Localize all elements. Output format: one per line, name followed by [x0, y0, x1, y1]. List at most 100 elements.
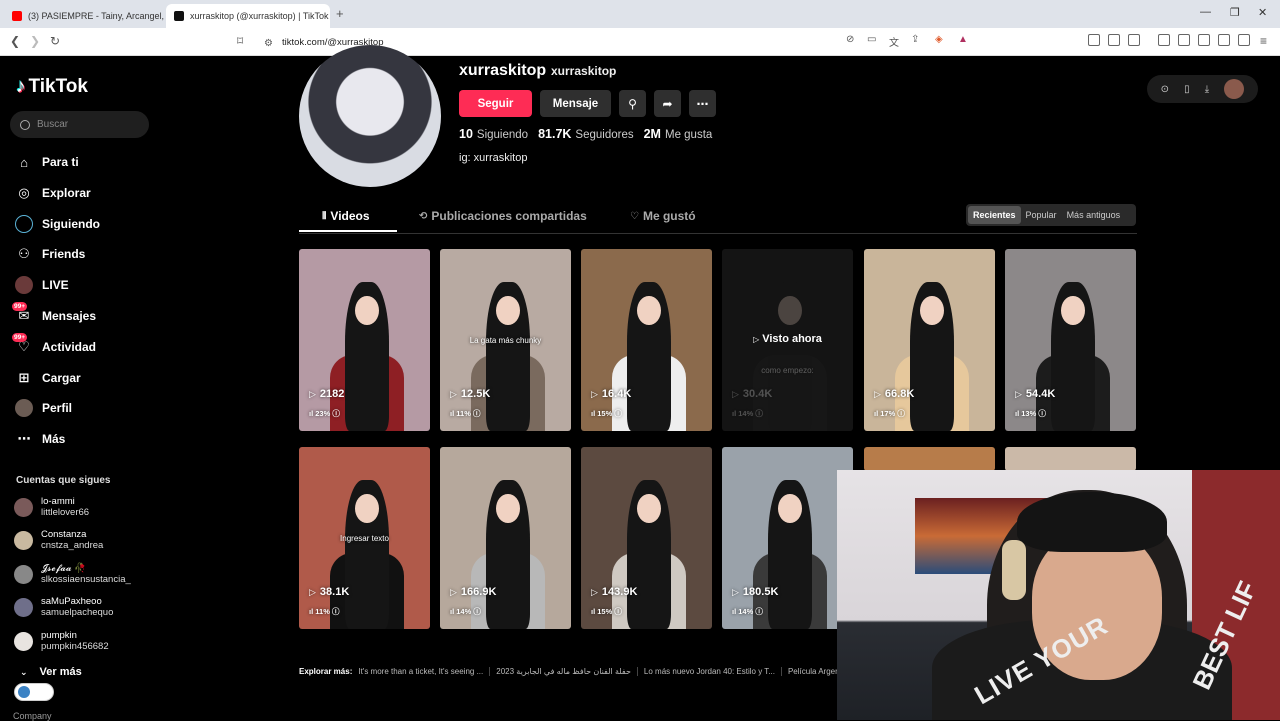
tab-videos[interactable]: ⦀ Videos [322, 209, 370, 223]
video-card[interactable]: ▷ 2182 ıl 23% ⓘ [299, 249, 430, 431]
nav-profile[interactable]: Perfil [15, 399, 72, 417]
view-count: ▷ 2182 [309, 388, 344, 400]
engagement-percent: ıl 23% ⓘ [309, 408, 340, 419]
reload-icon[interactable]: ↻ [50, 34, 60, 48]
explore-link[interactable]: It's more than a ticket, It's seeing ... [358, 667, 491, 676]
leo-icon[interactable] [1218, 34, 1230, 46]
sort-oldest[interactable]: Más antiguos [1062, 206, 1126, 224]
window-close-icon[interactable]: ✕ [1258, 6, 1267, 19]
close-tab-icon[interactable]: ✕ [329, 10, 330, 23]
following-section-title: Cuentas que sigues [16, 475, 111, 486]
repost-icon: ⟲ [419, 210, 428, 222]
info-icon: ⓘ [755, 409, 763, 418]
browser-tab-tiktok[interactable]: xurraskitop (@xurraskitop) | TikTok ✕ [166, 4, 330, 28]
download-icon[interactable]: ⤓ [1205, 84, 1209, 95]
video-card[interactable]: como empezo: ▷ Visto ahora ▷ 30.4K ıl 14% ⓘ [722, 249, 853, 431]
play-icon: ▷ [309, 586, 316, 597]
account-name: samuelpachequo [41, 607, 114, 618]
bookmark-icon[interactable]: ⌑ [237, 34, 243, 48]
phone-icon[interactable]: ▯ [1184, 84, 1190, 95]
share-profile-icon[interactable]: ➦ [654, 90, 681, 117]
nav-explore[interactable]: ◎ Explorar [15, 184, 90, 202]
more-options-icon[interactable]: ⋯ [689, 90, 716, 117]
logo-text: TikTok [28, 76, 88, 97]
video-card-partial[interactable] [1005, 447, 1136, 471]
extension-icon[interactable] [1128, 34, 1140, 46]
sidebar-toggle-icon[interactable] [1178, 34, 1190, 46]
minimize-icon[interactable]: — [1200, 6, 1211, 18]
see-more-button[interactable]: ⌄ Ver más [20, 666, 82, 678]
restore-icon[interactable]: ❐ [1230, 6, 1240, 19]
info-icon: ⓘ [755, 607, 763, 616]
video-card[interactable]: ▷ 143.9K ıl 15% ⓘ [581, 447, 712, 629]
media-icon[interactable] [1158, 34, 1170, 46]
video-card[interactable]: La gata más chunky ▷ 12.5K ıl 11% ⓘ [440, 249, 571, 431]
explore-link[interactable]: Lo más nuevo Jordan 40: Estilo y T... [644, 667, 782, 676]
nav-following[interactable]: Siguiendo [15, 215, 100, 233]
nav-for-you[interactable]: ⌂ Para ti [15, 153, 79, 171]
nav-upload[interactable]: ⊞ Cargar [15, 369, 81, 387]
browser-tab-youtube[interactable]: (3) PASIEMPRE - Tainy, Arcangel, My... [4, 4, 164, 28]
coins-icon[interactable]: ⊙ [1161, 84, 1169, 95]
views-text: 166.9K [460, 586, 497, 598]
menu-icon[interactable]: ≡ [1260, 34, 1267, 48]
new-tab-icon[interactable]: + [336, 6, 344, 21]
sort-recent[interactable]: Recientes [968, 206, 1021, 224]
info-icon: ⓘ [614, 607, 622, 616]
followed-account[interactable]: 𝓙𝓼𝓮𝓯𝓪𝓪 🥀 slkossiaensustancia_ [14, 563, 131, 585]
video-card[interactable]: ▷ 180.5K ıl 14% ⓘ [722, 447, 853, 629]
followed-account[interactable]: lo-ammi littlelover66 [14, 496, 89, 518]
video-card-partial[interactable] [864, 447, 995, 471]
nav-messages[interactable]: ✉ 99+ Mensajes [12, 302, 96, 325]
search-input[interactable]: Buscar [10, 111, 149, 138]
explore-link[interactable]: 2023 حفلة الفنان حافظ ماله في الجابرية [496, 667, 638, 676]
video-card[interactable]: ▷ 66.8K ıl 17% ⓘ [864, 249, 995, 431]
share-icon[interactable]: ⇪ [911, 34, 919, 45]
followed-account[interactable]: Constanza cnstza_andrea [14, 529, 103, 551]
video-card[interactable]: ▷ 16.4K ıl 15% ⓘ [581, 249, 712, 431]
youtube-icon [12, 11, 22, 21]
tab-reposts[interactable]: ⟲ Publicaciones compartidas [419, 209, 587, 223]
nav-activity[interactable]: ♡ 99+ Actividad [12, 333, 96, 356]
pct-text: 15% [597, 607, 613, 616]
add-friend-icon[interactable]: ⚲ [619, 90, 646, 117]
video-card[interactable]: ▷ 54.4K ıl 13% ⓘ [1005, 249, 1136, 431]
translate-icon[interactable]: 文 [889, 34, 899, 49]
nav-more[interactable]: ⋯ Más [15, 430, 66, 448]
brave-shield-icon[interactable]: ◈ [935, 34, 943, 45]
play-icon: ▷ [874, 388, 881, 399]
view-count: ▷ 16.4K [591, 388, 631, 400]
reader-icon[interactable]: ⊘ [846, 34, 854, 45]
rewards-icon[interactable]: ▲ [958, 34, 968, 45]
extension-icon[interactable] [1088, 34, 1100, 46]
followers-label[interactable]: Seguidores [575, 129, 633, 141]
site-info-icon[interactable]: ⚙ [264, 38, 273, 49]
nav-friends[interactable]: ⚇ Friends [15, 245, 85, 263]
wallet-icon[interactable] [1198, 34, 1210, 46]
tiktok-logo[interactable]: ♪ TikTok [16, 76, 88, 98]
tab-liked[interactable]: ♡ Me gustó [630, 209, 696, 223]
browser-address-bar: ❮ ❯ ↻ ⌑ ⚙ tiktok.com/@xurraskitop ⊘ ▭ 文 … [0, 28, 1280, 56]
messages-badge: 99+ [12, 302, 28, 311]
following-label[interactable]: Siguiendo [477, 129, 528, 141]
pct-text: 23% [315, 409, 331, 418]
webcam-overlay: LIVE YOUR BEST LIF [837, 470, 1280, 720]
tab-label: Me gustó [642, 209, 696, 223]
followed-account[interactable]: saMuPaxheoo samuelpachequo [14, 596, 113, 618]
forward-icon[interactable]: ❯ [30, 34, 40, 48]
back-icon[interactable]: ❮ [10, 34, 20, 48]
account-user: saMuPaxheoo [41, 596, 102, 607]
video-card[interactable]: Ingresar texto ▷ 38.1K ıl 11% ⓘ [299, 447, 430, 629]
vpn-icon[interactable] [1238, 34, 1250, 46]
message-button[interactable]: Mensaje [540, 90, 611, 117]
avatar [14, 631, 33, 651]
video-card[interactable]: ▷ 166.9K ıl 14% ⓘ [440, 447, 571, 629]
screen-icon[interactable]: ▭ [867, 34, 876, 45]
follow-button[interactable]: Seguir [459, 90, 532, 117]
toggle-pill[interactable] [14, 683, 54, 701]
user-avatar[interactable] [1224, 79, 1245, 99]
followed-account[interactable]: pumpkin pumpkin456682 [14, 630, 109, 652]
extension-icon[interactable] [1108, 34, 1120, 46]
nav-live[interactable]: LIVE [15, 276, 69, 294]
sort-popular[interactable]: Popular [1021, 206, 1062, 224]
